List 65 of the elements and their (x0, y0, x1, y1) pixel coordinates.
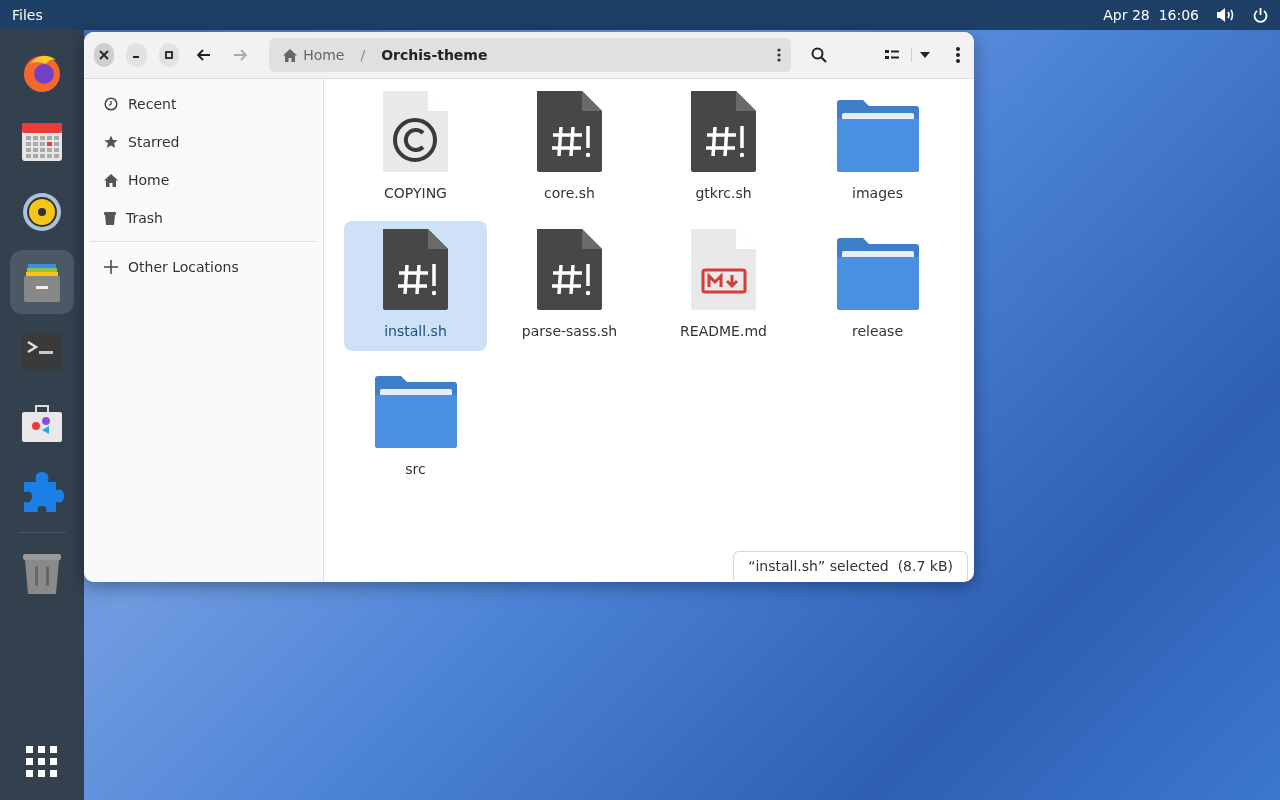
sidebar-item[interactable]: Home (90, 161, 317, 199)
file-cabinet-icon[interactable] (22, 262, 62, 302)
close-button[interactable] (94, 43, 115, 67)
script-file-icon (536, 228, 603, 311)
more-icon[interactable] (777, 48, 782, 62)
file-name: release (851, 323, 904, 339)
minimize-button[interactable] (126, 43, 147, 67)
folder-icon (836, 237, 919, 311)
file-name: gtkrc.sh (695, 185, 752, 201)
clock-icon (104, 97, 118, 111)
folder-icon (836, 99, 919, 173)
file-item[interactable]: src (344, 359, 487, 489)
sidebar-item[interactable]: Trash (90, 199, 317, 237)
home-icon (104, 173, 118, 187)
path-separator: / (360, 47, 366, 63)
file-item[interactable]: images (806, 83, 949, 213)
script-file-icon (690, 90, 757, 173)
file-item[interactable]: release (806, 221, 949, 351)
app-menu[interactable]: Files (12, 7, 43, 23)
file-name: src (405, 461, 426, 477)
app-grid-icon[interactable] (26, 746, 58, 778)
file-name: images (852, 185, 903, 201)
speaker-icon[interactable] (22, 192, 62, 232)
copyright-file-icon (382, 90, 449, 173)
clock[interactable]: Apr 28 16:06 (1103, 7, 1199, 23)
search-icon (811, 47, 828, 63)
file-item[interactable]: core.sh (498, 83, 641, 213)
shopping-bag-icon[interactable] (22, 402, 62, 442)
file-item[interactable]: COPYING (344, 83, 487, 213)
trash-icon (104, 211, 116, 225)
list-view-icon (885, 49, 899, 61)
star-icon (104, 135, 118, 149)
file-item[interactable]: gtkrc.sh (652, 83, 795, 213)
power-icon[interactable] (1253, 7, 1268, 23)
sidebar-item[interactable]: Starred (90, 123, 317, 161)
maximize-icon (163, 50, 174, 60)
file-name: parse-sass.sh (521, 323, 618, 339)
forward-arrow-icon (232, 49, 247, 61)
dock-item[interactable] (10, 250, 74, 314)
folder-icon (374, 375, 457, 449)
path-crumb[interactable]: Home (283, 47, 345, 63)
file-name: core.sh (544, 185, 595, 201)
markdown-file-icon (690, 228, 757, 311)
file-name: README.md (680, 323, 767, 339)
file-name: install.sh (384, 323, 447, 339)
script-file-icon (382, 228, 449, 311)
sidebar-item[interactable]: Recent (90, 85, 317, 123)
script-file-icon (536, 90, 603, 173)
status-label: “install.sh” selected (8.7 kB) (733, 551, 968, 580)
file-item[interactable]: parse-sass.sh (498, 221, 641, 351)
back-arrow-icon (197, 49, 212, 61)
path-crumb[interactable]: Orchis-theme (381, 47, 488, 63)
terminal-icon[interactable] (22, 334, 62, 370)
volume-icon[interactable] (1217, 8, 1235, 22)
maximize-button[interactable] (158, 43, 179, 67)
caret-icon (920, 52, 930, 58)
file-item[interactable]: README.md (652, 221, 795, 351)
plus-icon (104, 260, 118, 274)
file-item[interactable]: install.sh (344, 221, 487, 351)
menu-icon (956, 47, 960, 63)
trash-icon[interactable] (23, 552, 61, 594)
home-icon (283, 48, 298, 62)
close-icon (99, 50, 110, 60)
sidebar-item[interactable]: Other Locations (90, 248, 317, 286)
file-name: COPYING (384, 185, 447, 201)
